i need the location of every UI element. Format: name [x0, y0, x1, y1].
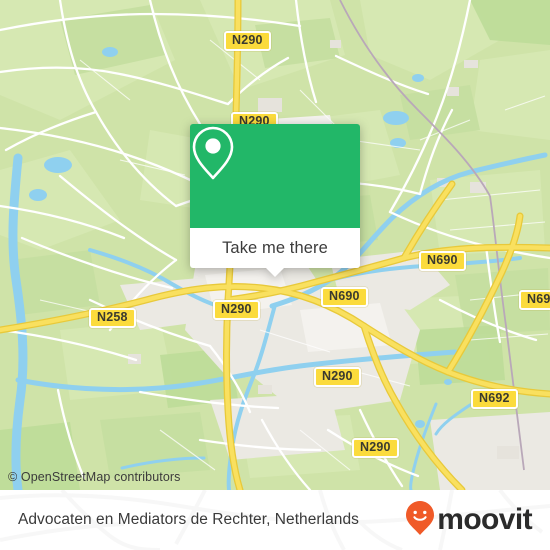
popup-action-area[interactable]: Take me there: [190, 228, 360, 277]
moovit-logo[interactable]: moovit: [405, 500, 533, 541]
moovit-wordmark: moovit: [437, 503, 532, 536]
road-shield: N290: [213, 300, 260, 320]
location-popup-card[interactable]: Take me there: [190, 124, 360, 277]
road-shield: N290: [352, 438, 399, 458]
road-shield: N290: [224, 31, 271, 51]
moovit-smiley-pin-icon: [405, 500, 435, 541]
road-shield: N690: [321, 287, 368, 307]
road-shield: N692: [471, 389, 518, 409]
road-shield: N258: [89, 308, 136, 328]
page-title: Advocaten en Mediators de Rechter, Nethe…: [18, 511, 359, 528]
take-me-there-button[interactable]: Take me there: [222, 239, 328, 258]
road-shield: N691: [519, 290, 550, 310]
popup-tail: [265, 267, 285, 277]
road-shield: N290: [314, 367, 361, 387]
footer-bar: Advocaten en Mediators de Rechter, Nethe…: [0, 490, 550, 550]
screenshot-root: N290 N290 N258 N290 N690 N690 N691 N290 …: [0, 0, 550, 550]
popup-icon-area: [190, 124, 360, 228]
osm-attribution[interactable]: © OpenStreetMap contributors: [8, 470, 181, 484]
map-canvas[interactable]: N290 N290 N258 N290 N690 N690 N691 N290 …: [0, 0, 550, 490]
road-shield: N690: [419, 251, 466, 271]
footer-content: Advocaten en Mediators de Rechter, Nethe…: [0, 490, 550, 550]
